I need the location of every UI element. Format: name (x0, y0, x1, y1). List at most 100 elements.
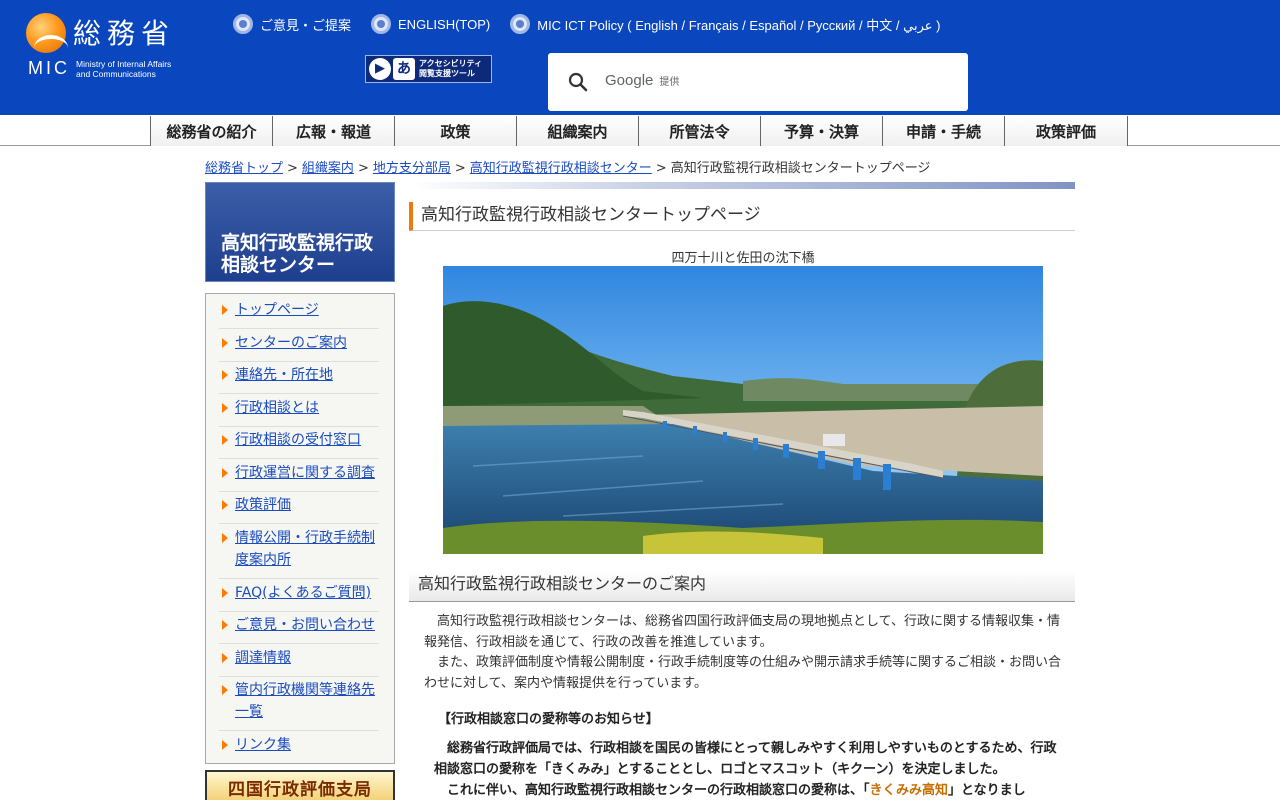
radio-bullet-icon (371, 14, 392, 34)
orange-arrow-icon (222, 468, 228, 478)
breadcrumb-link-organization[interactable]: 組織案内 (302, 161, 354, 176)
logo-english: Ministry of Internal Affairs and Communi… (76, 59, 216, 79)
sidebar-item-label[interactable]: 行政相談の受付窓口 (235, 432, 361, 448)
shikoku-bureau-banner[interactable]: 四国行政評価支局 (205, 770, 395, 800)
orange-arrow-icon (222, 620, 228, 630)
sidebar-item-top[interactable]: トップページ (219, 299, 379, 329)
breadcrumb-separator: > (655, 161, 667, 176)
sidebar-item-about-consultation[interactable]: 行政相談とは (219, 397, 379, 427)
sidebar-item-label[interactable]: 調達情報 (235, 650, 291, 666)
notice-para2-post: 」となりまし (948, 783, 1026, 798)
sidebar-title-line1: 高知行政監視行政 (221, 232, 374, 254)
breadcrumb-link-home[interactable]: 総務省トップ (205, 161, 283, 176)
orange-arrow-icon (222, 685, 228, 695)
orange-arrow-icon (222, 370, 228, 380)
search-placeholder: Google 提供 (605, 72, 679, 89)
accessibility-tool-label: アクセシビリティ 閲覧支援ツール (419, 59, 482, 79)
breadcrumb: 総務省トップ > 組織案内 > 地方支分部局 > 高知行政監視行政相談センター > 高知行政監視… (205, 157, 930, 176)
sidebar-item-label[interactable]: リンク集 (235, 737, 291, 753)
search-icon (568, 72, 588, 92)
nav-laws[interactable]: 所管法令 (638, 116, 760, 146)
orange-arrow-icon (222, 403, 228, 413)
breadcrumb-link-regional[interactable]: 地方支分部局 (373, 161, 451, 176)
sidebar-item-label[interactable]: ご意見・お問い合わせ (235, 617, 375, 633)
nav-about[interactable]: 総務省の紹介 (150, 116, 272, 146)
accessibility-label-line2: 閲覧支援ツール (419, 69, 475, 78)
notice-heading: 【行政相談窓口の愛称等のお知らせ】 (438, 712, 659, 727)
river-bridge-photo (443, 266, 1043, 554)
notice-paragraph-1: 総務省行政評価局では、行政相談を国民の皆様にとって親しみやすく利用しやすいものと… (434, 741, 1057, 777)
breadcrumb-separator: > (287, 161, 298, 176)
top-link-english[interactable]: ENGLISH(TOP) (371, 14, 490, 34)
sidebar-title: 高知行政監視行政 相談センター (221, 232, 391, 276)
orange-arrow-icon (222, 533, 228, 543)
nav-policy-evaluation[interactable]: 政策評価 (1004, 116, 1128, 146)
sidebar-item-inquiry[interactable]: ご意見・お問い合わせ (219, 614, 379, 644)
sidebar-title-line2: 相談センター (221, 254, 336, 276)
orange-arrow-icon (222, 588, 228, 598)
sidebar-item-label[interactable]: 情報公開・行政手続制度案内所 (235, 530, 375, 568)
orange-arrow-icon (222, 740, 228, 750)
search-brand-suffix: 提供 (659, 77, 680, 88)
site-header: 総務省 MIC Ministry of Internal Affairs and… (0, 0, 1280, 115)
sidebar-item-survey[interactable]: 行政運営に関する調査 (219, 462, 379, 492)
nav-applications[interactable]: 申請・手続 (882, 116, 1004, 146)
orange-arrow-icon (222, 338, 228, 348)
logo-kanji: 総務省 (73, 17, 176, 50)
banner-label: 四国行政評価支局 (228, 780, 372, 800)
sidebar-item-reception[interactable]: 行政相談の受付窓口 (219, 429, 379, 459)
breadcrumb-link-center[interactable]: 高知行政監視行政相談センター (470, 161, 652, 176)
sidebar-item-label[interactable]: 行政運営に関する調査 (235, 465, 375, 481)
orange-arrow-icon (222, 305, 228, 315)
sidebar-item-label[interactable]: 行政相談とは (235, 400, 319, 416)
top-link-opinion[interactable]: ご意見・ご提案 (233, 14, 351, 34)
radio-bullet-icon (233, 14, 253, 34)
sidebar-item-procurement[interactable]: 調達情報 (219, 647, 379, 677)
nav-pr[interactable]: 広報・報道 (272, 116, 394, 146)
top-link-label: ご意見・ご提案 (260, 17, 352, 33)
intro-paragraph-2: また、政策評価制度や情報公開制度・行政手続制度等の仕組みや開示請求手続等に関する… (424, 655, 1062, 691)
radio-bullet-icon (510, 14, 531, 34)
page-title: 高知行政監視行政相談センタートップページ (409, 202, 1075, 231)
orange-arrow-icon (222, 435, 228, 445)
speaker-icon: ▶ (369, 58, 391, 80)
nav-organization[interactable]: 組織案内 (516, 116, 638, 146)
sidebar-menu: トップページ センターのご案内 連絡先・所在地 行政相談とは 行政相談の受付窓口… (205, 293, 395, 764)
orange-arrow-icon (222, 500, 228, 510)
sidebar-item-guide[interactable]: センターのご案内 (219, 332, 379, 362)
top-link-label: ENGLISH(TOP) (398, 16, 491, 32)
notice-paragraph-2: これに伴い、高知行政監視行政相談センターの行政相談窓口の愛称は、「きくみみ高知」… (434, 780, 1064, 800)
sidebar-item-faq[interactable]: FAQ(よくあるご質問) (219, 582, 379, 612)
sidebar-item-label[interactable]: トップページ (235, 302, 319, 318)
logo-english-line1: Ministry of Internal Affairs (76, 59, 172, 69)
nav-budget[interactable]: 予算・決算 (760, 116, 882, 146)
sidebar-item-label[interactable]: 政策評価 (235, 497, 291, 513)
top-link-ict-policy[interactable]: MIC ICT Policy ( English / Français / Es… (510, 14, 940, 34)
sidebar-item-label[interactable]: 管内行政機関等連絡先一覧 (235, 682, 375, 720)
nav-policy[interactable]: 政策 (394, 116, 516, 146)
notice-para2-pre: これに伴い、高知行政監視行政相談センターの行政相談窓口の愛称は、「 (447, 783, 870, 798)
sidebar-item-links[interactable]: リンク集 (219, 734, 379, 760)
accessibility-label-line1: アクセシビリティ (419, 59, 483, 68)
title-gradient-bar (409, 182, 1075, 189)
global-nav: 総務省の紹介 広報・報道 政策 組織案内 所管法令 予算・決算 申請・手続 政策… (0, 115, 1280, 146)
sidebar-item-label[interactable]: センターのご案内 (235, 335, 347, 351)
sidebar-item-disclosure[interactable]: 情報公開・行政手続制度案内所 (219, 527, 379, 579)
sidebar-item-evaluation[interactable]: 政策評価 (219, 494, 379, 524)
accessibility-tool-button[interactable]: ▶ あ アクセシビリティ 閲覧支援ツール (365, 55, 492, 83)
sidebar-title-box: 高知行政監視行政 相談センター (205, 182, 395, 282)
photo-caption: 四万十川と佐田の沈下橋 (671, 251, 815, 266)
nickname-highlight: きくみみ高知 (869, 783, 949, 798)
breadcrumb-separator: > (454, 161, 466, 176)
search-brand: Google (605, 72, 654, 89)
hiragana-a-icon: あ (393, 58, 415, 80)
intro-paragraph-1: 高知行政監視行政相談センターは、総務省四国行政評価支局の現地拠点として、行政に関… (424, 614, 1060, 650)
site-search-input[interactable]: Google 提供 (548, 53, 968, 111)
section-heading: 高知行政監視行政相談センターのご案内 (409, 571, 1075, 602)
sidebar-item-agency-contacts[interactable]: 管内行政機関等連絡先一覧 (219, 679, 379, 731)
sidebar-item-label[interactable]: FAQ(よくあるご質問) (235, 585, 371, 601)
mic-logo[interactable]: 総務省 MIC Ministry of Internal Affairs and… (26, 13, 216, 83)
logo-abbr: MIC (28, 58, 70, 78)
sidebar-item-contact[interactable]: 連絡先・所在地 (219, 364, 379, 394)
sidebar-item-label[interactable]: 連絡先・所在地 (235, 367, 333, 383)
